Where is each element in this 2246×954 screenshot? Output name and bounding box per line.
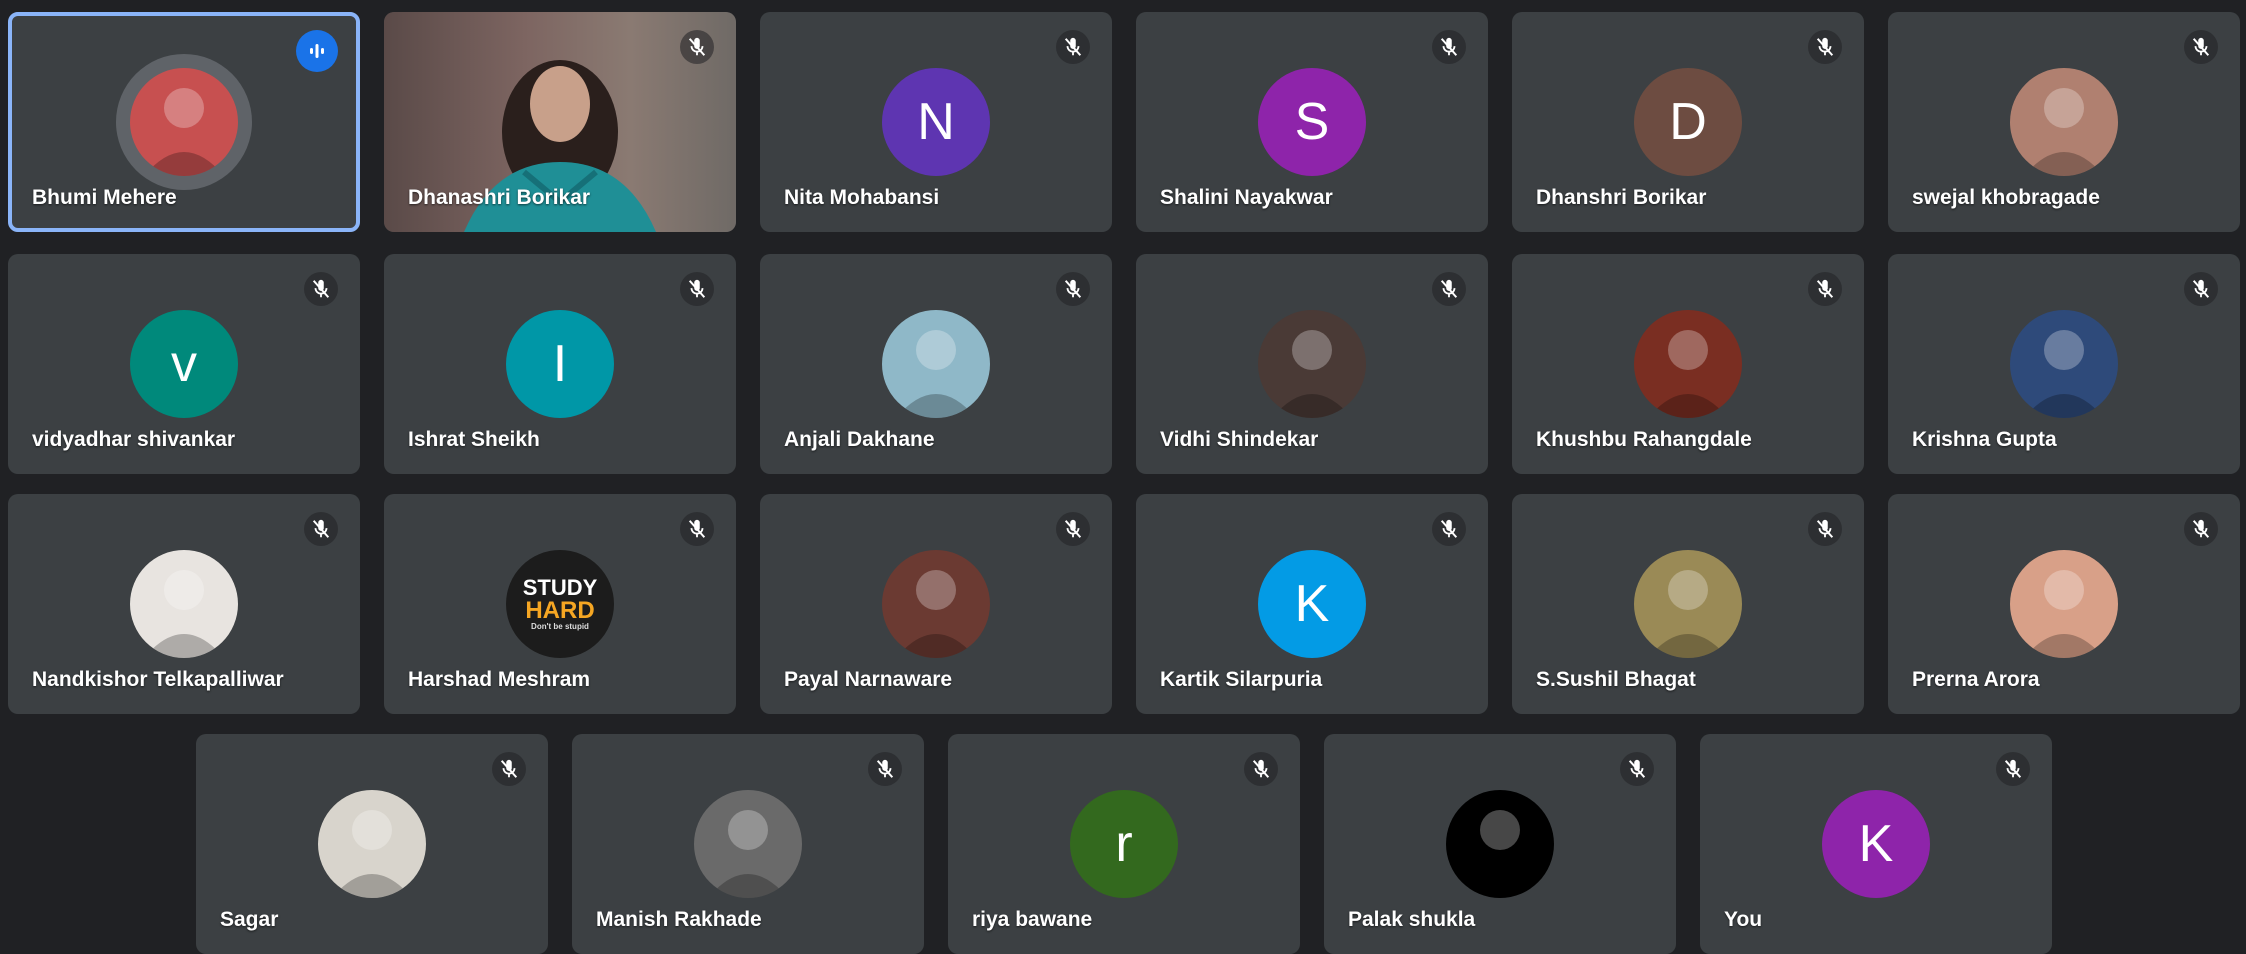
participant-tile-shalini-nayakwar[interactable]: S Shalini Nayakwar	[1136, 12, 1488, 232]
mic-off-icon	[1244, 752, 1278, 786]
mic-off-icon	[1808, 512, 1842, 546]
participant-name: Krishna Gupta	[1912, 428, 2057, 451]
avatar-initial: K	[1258, 550, 1366, 658]
mic-off-icon	[1432, 512, 1466, 546]
avatar-photo	[1634, 550, 1742, 658]
participant-tile-vidhi-shindekar[interactable]: Vidhi Shindekar	[1136, 254, 1488, 474]
logo-line-1: STUDY	[522, 575, 598, 600]
participant-name: Nandkishor Telkapalliwar	[32, 668, 284, 691]
participant-name: Payal Narnaware	[784, 668, 953, 691]
participant-tile-nandkishor-telkapalliwar[interactable]: Nandkishor Telkapalliwar	[8, 494, 360, 714]
mic-off-icon	[1056, 272, 1090, 306]
participant-name: Dhanshri Borikar	[1536, 186, 1707, 209]
speaking-indicator-icon	[296, 30, 338, 72]
participant-tile-bhumi-mehere[interactable]: Bhumi Mehere	[8, 12, 360, 232]
mic-off-icon	[868, 752, 902, 786]
mic-off-icon	[1620, 752, 1654, 786]
mic-off-icon	[1432, 30, 1466, 64]
mic-off-icon	[1056, 30, 1090, 64]
avatar-initial: r	[1070, 790, 1178, 898]
participant-tile-swejal-khobragade[interactable]: swejal khobragade	[1888, 12, 2240, 232]
participant-tile-prerna-arora[interactable]: Prerna Arora	[1888, 494, 2240, 714]
mic-off-icon	[304, 272, 338, 306]
mic-off-icon	[1808, 30, 1842, 64]
participant-name: riya bawane	[972, 908, 1093, 931]
participant-tile-vidyadhar-shivankar[interactable]: v vidyadhar shivankar	[8, 254, 360, 474]
participant-tile-krishna-gupta[interactable]: Krishna Gupta	[1888, 254, 2240, 474]
avatar-initial: D	[1634, 68, 1742, 176]
participant-tile-nita-mohabansi[interactable]: N Nita Mohabansi	[760, 12, 1112, 232]
participant-name: You	[1724, 908, 1763, 931]
participant-name: Anjali Dakhane	[784, 428, 935, 451]
participant-name: Kartik Silarpuria	[1160, 668, 1323, 691]
avatar-photo	[1634, 310, 1742, 418]
avatar-initial: K	[1822, 790, 1930, 898]
participant-name: Bhumi Mehere	[32, 186, 177, 209]
participant-grid: Bhumi Mehere Dhanashri Borikar N Nita Mohab…	[0, 0, 2246, 954]
avatar-photo	[882, 310, 990, 418]
participant-name: Vidhi Shindekar	[1160, 428, 1319, 451]
mic-off-icon	[680, 30, 714, 64]
participant-name: Sagar	[220, 908, 279, 931]
avatar-photo	[1258, 310, 1366, 418]
mic-off-icon	[1432, 272, 1466, 306]
participant-name: Harshad Meshram	[408, 668, 591, 691]
mic-off-icon	[492, 752, 526, 786]
participant-tile-payal-narnaware[interactable]: Payal Narnaware	[760, 494, 1112, 714]
mic-off-icon	[2184, 30, 2218, 64]
avatar-photo	[882, 550, 990, 658]
participant-name: S.Sushil Bhagat	[1536, 668, 1696, 691]
participant-tile-riya-bawane[interactable]: r riya bawane	[948, 734, 1300, 954]
participant-tile-manish-rakhade[interactable]: Manish Rakhade	[572, 734, 924, 954]
participant-tile-dhanashri-borikar[interactable]: Dhanashri Borikar	[384, 12, 736, 232]
avatar-photo	[318, 790, 426, 898]
participant-tile-s-sushil-bhagat[interactable]: S.Sushil Bhagat	[1512, 494, 1864, 714]
avatar-photo	[2010, 550, 2118, 658]
participant-tile-kartik-silarpuria[interactable]: K Kartik Silarpuria	[1136, 494, 1488, 714]
mic-off-icon	[680, 512, 714, 546]
avatar-photo	[2010, 68, 2118, 176]
mic-off-icon	[2184, 512, 2218, 546]
participant-name: Palak shukla	[1348, 908, 1476, 931]
participant-tile-you[interactable]: K You	[1700, 734, 2052, 954]
logo-line-2: HARD	[525, 597, 595, 624]
participant-tile-khushbu-rahangdale[interactable]: Khushbu Rahangdale	[1512, 254, 1864, 474]
avatar-photo	[1446, 790, 1554, 898]
avatar-photo	[694, 790, 802, 898]
avatar-photo	[130, 68, 238, 176]
participant-name: Shalini Nayakwar	[1160, 186, 1333, 209]
participant-tile-sagar[interactable]: Sagar	[196, 734, 548, 954]
avatar-initial: I	[506, 310, 614, 418]
avatar-photo	[130, 550, 238, 658]
participant-name: Nita Mohabansi	[784, 186, 940, 209]
participant-name: vidyadhar shivankar	[32, 428, 236, 451]
mic-off-icon	[680, 272, 714, 306]
participant-tile-ishrat-sheikh[interactable]: I Ishrat Sheikh	[384, 254, 736, 474]
logo-line-3: Don't be stupid	[531, 622, 589, 631]
avatar-photo: STUDY HARD Don't be stupid	[506, 550, 614, 658]
avatar-initial: S	[1258, 68, 1366, 176]
participant-name: Dhanashri Borikar	[408, 186, 591, 209]
mic-off-icon	[1808, 272, 1842, 306]
participant-name: Khushbu Rahangdale	[1536, 428, 1752, 451]
avatar-initial: v	[130, 310, 238, 418]
mic-off-icon	[2184, 272, 2218, 306]
participant-tile-dhanshri-borikar[interactable]: D Dhanshri Borikar	[1512, 12, 1864, 232]
participant-name: Manish Rakhade	[596, 908, 762, 931]
participant-name: swejal khobragade	[1912, 186, 2100, 209]
participant-tile-harshad-meshram[interactable]: STUDY HARD Don't be stupid Harshad Meshram	[384, 494, 736, 714]
avatar-photo	[2010, 310, 2118, 418]
participant-name: Ishrat Sheikh	[408, 428, 540, 451]
participant-name: Prerna Arora	[1912, 668, 2040, 691]
mic-off-icon	[304, 512, 338, 546]
participant-tile-anjali-dakhane[interactable]: Anjali Dakhane	[760, 254, 1112, 474]
mic-off-icon	[1996, 752, 2030, 786]
avatar-initial: N	[882, 68, 990, 176]
mic-off-icon	[1056, 512, 1090, 546]
participant-tile-palak-shukla[interactable]: Palak shukla	[1324, 734, 1676, 954]
